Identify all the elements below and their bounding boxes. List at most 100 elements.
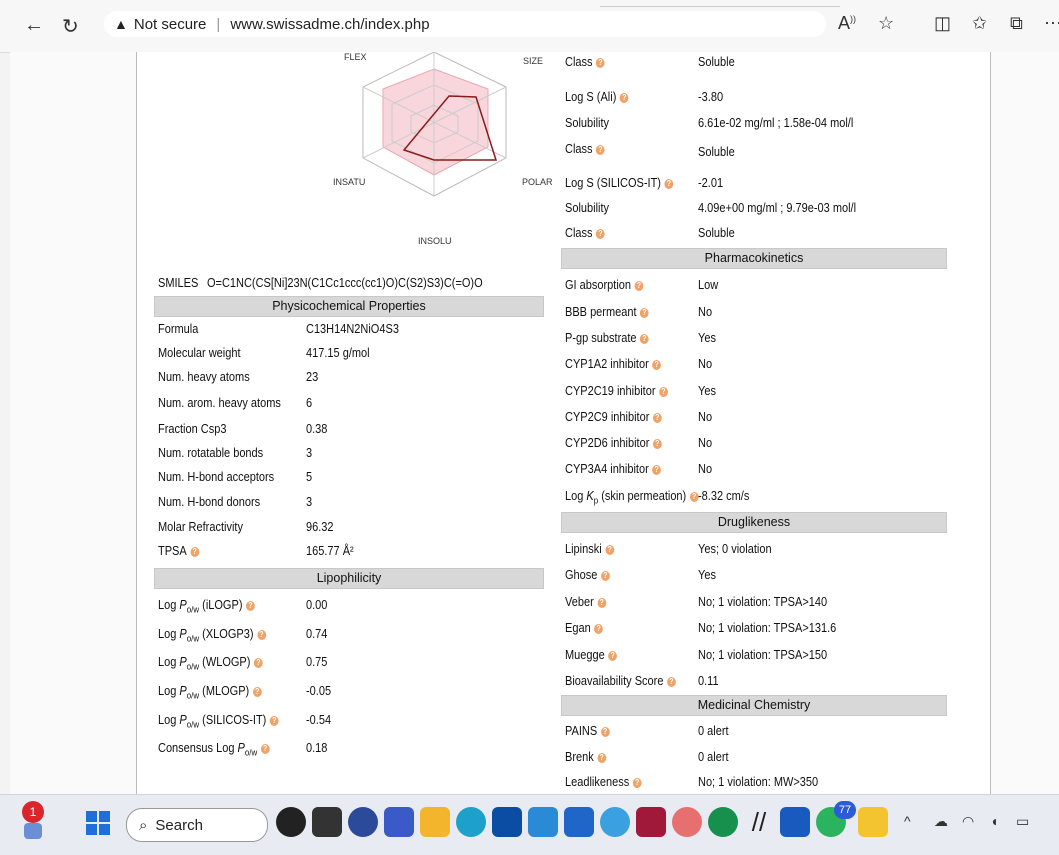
store-icon[interactable]	[492, 807, 522, 837]
help-icon[interactable]: ?	[652, 465, 662, 475]
babel-icon[interactable]	[858, 807, 888, 837]
results-panel	[136, 52, 991, 794]
leadlikeness-value: No; 1 violation: MW>350	[698, 775, 819, 789]
help-icon[interactable]: ?	[666, 677, 676, 687]
help-icon[interactable]: ?	[652, 360, 662, 370]
app-icon-slashes[interactable]: //	[744, 807, 774, 837]
ghose-value: Yes	[698, 568, 716, 582]
mybp-icon[interactable]	[528, 807, 558, 837]
teams-chat-icon[interactable]	[348, 807, 378, 837]
pains-value: 0 alert	[698, 724, 729, 738]
split-screen-icon[interactable]: ◫	[934, 13, 951, 34]
help-icon[interactable]: ?	[640, 308, 649, 318]
help-icon[interactable]: ?	[619, 93, 629, 103]
consensus-logp-label: Consensus Log Po/w?	[158, 741, 270, 758]
help-icon[interactable]: ?	[594, 624, 604, 634]
mw-value: 417.15 g/mol	[306, 346, 370, 360]
help-icon[interactable]: ?	[600, 571, 610, 581]
help-icon[interactable]: ?	[269, 716, 279, 726]
photos-icon[interactable]	[564, 807, 594, 837]
app-icon-flower[interactable]	[672, 807, 702, 837]
help-icon[interactable]: ?	[600, 727, 610, 737]
help-icon[interactable]: ?	[605, 545, 615, 555]
app-icon-rec[interactable]	[708, 807, 738, 837]
muegge-label: Muegge?	[565, 648, 618, 662]
cyp1a2-value: No	[698, 357, 713, 371]
windows-taskbar: 1 ⌕ Search // 77 ^ ☁ ◠ ◖ ▭	[0, 794, 1059, 855]
search-icon: ⌕	[139, 816, 148, 834]
rotatable-bonds-value: 3	[306, 446, 313, 460]
task-view-icon[interactable]	[312, 807, 342, 837]
radar-label-flex: FLEX	[344, 52, 367, 62]
silicos-class-value: Soluble	[698, 226, 735, 240]
cyp2d6-label: CYP2D6 inhibitor?	[565, 436, 662, 450]
app-icon-v[interactable]	[384, 807, 414, 837]
file-explorer-icon[interactable]	[420, 807, 450, 837]
veber-value: No; 1 violation: TPSA>140	[698, 595, 828, 609]
favorite-star-icon[interactable]: ☆	[878, 13, 894, 34]
cyp2c19-label: CYP2C19 inhibitor?	[565, 384, 668, 398]
csp3-value: 0.38	[306, 422, 328, 436]
weather-icon[interactable]	[24, 823, 42, 839]
wifi-icon[interactable]: ◠	[962, 813, 974, 830]
help-icon[interactable]: ?	[632, 778, 642, 788]
help-icon[interactable]: ?	[640, 334, 649, 344]
help-icon[interactable]: ?	[596, 229, 605, 239]
radar-label-polar: POLAR	[522, 177, 553, 187]
chevron-up-icon[interactable]: ^	[904, 813, 911, 829]
heavy-atoms-label: Num. heavy atoms	[158, 370, 250, 384]
help-icon[interactable]: ?	[252, 687, 262, 697]
help-icon[interactable]: ?	[596, 58, 605, 68]
taskbar-search[interactable]: ⌕ Search	[126, 808, 268, 842]
read-aloud-icon[interactable]: A))	[838, 13, 856, 34]
help-icon[interactable]: ?	[596, 145, 605, 155]
more-icon[interactable]: ⋯	[1044, 13, 1059, 34]
help-icon[interactable]: ?	[652, 413, 662, 423]
word-icon[interactable]	[780, 807, 810, 837]
silicos-solubility-value: 4.09e+00 mg/ml ; 9.79e-03 mol/l	[698, 201, 857, 215]
favorites-list-icon[interactable]: ✩	[972, 13, 987, 34]
edge-icon[interactable]	[456, 807, 486, 837]
help-icon[interactable]: ?	[659, 387, 668, 397]
wlogp-label: Log Po/w (WLOGP)?	[158, 655, 263, 672]
formula-value: C13H14N2NiO4S3	[306, 322, 399, 336]
help-icon[interactable]: ?	[597, 598, 607, 608]
help-icon[interactable]: ?	[246, 601, 255, 611]
druglikeness-header: Druglikeness	[561, 512, 947, 533]
medchem-header: Medicinal Chemistry	[561, 695, 947, 716]
collections-icon[interactable]: ⧉	[1010, 13, 1023, 34]
start-icon[interactable]	[86, 811, 110, 835]
reload-icon[interactable]: ↻	[62, 14, 79, 39]
mw-label: Molecular weight	[158, 346, 241, 360]
volume-icon[interactable]: ◖	[990, 813, 998, 829]
help-icon[interactable]: ?	[257, 630, 266, 640]
help-icon[interactable]: ?	[260, 744, 270, 754]
back-arrow-icon[interactable]: ←	[24, 14, 44, 37]
app-icon-e[interactable]	[600, 807, 630, 837]
bioavailability-label: Bioavailability Score?	[565, 674, 676, 688]
battery-icon[interactable]: ▭	[1016, 813, 1029, 830]
silicos-logs-label: Log S (SILICOS-IT)?	[565, 176, 674, 190]
help-icon[interactable]: ?	[253, 658, 263, 668]
copilot-icon[interactable]	[276, 807, 306, 837]
xlogp3-value: 0.74	[306, 627, 328, 641]
lipinski-label: Lipinski?	[565, 542, 615, 556]
help-icon[interactable]: ?	[664, 179, 674, 189]
help-icon[interactable]: ?	[652, 439, 662, 449]
cloud-icon[interactable]: ☁	[934, 813, 948, 830]
mcafee-icon[interactable]	[636, 807, 666, 837]
silicos-logp-label: Log Po/w (SILICOS-IT)?	[158, 713, 279, 730]
address-bar[interactable]: ▲ Not secure | www.swissadme.ch/index.ph…	[104, 11, 826, 37]
smiles-label: SMILES	[158, 276, 199, 290]
help-icon[interactable]: ?	[634, 281, 644, 291]
arom-heavy-atoms-label: Num. arom. heavy atoms	[158, 396, 281, 410]
ali-solubility-value: 6.61e-02 mg/ml ; 1.58e-04 mol/l	[698, 116, 854, 130]
help-icon[interactable]: ?	[190, 547, 200, 557]
esol-class-label: Class?	[565, 55, 605, 69]
notification-badge[interactable]: 1	[22, 801, 44, 823]
help-icon[interactable]: ?	[608, 651, 618, 661]
cyp1a2-label: CYP1A2 inhibitor?	[565, 357, 662, 371]
leadlikeness-label: Leadlikeness?	[565, 775, 642, 789]
help-icon[interactable]: ?	[597, 753, 607, 763]
pharmacokinetics-header: Pharmacokinetics	[561, 248, 947, 269]
